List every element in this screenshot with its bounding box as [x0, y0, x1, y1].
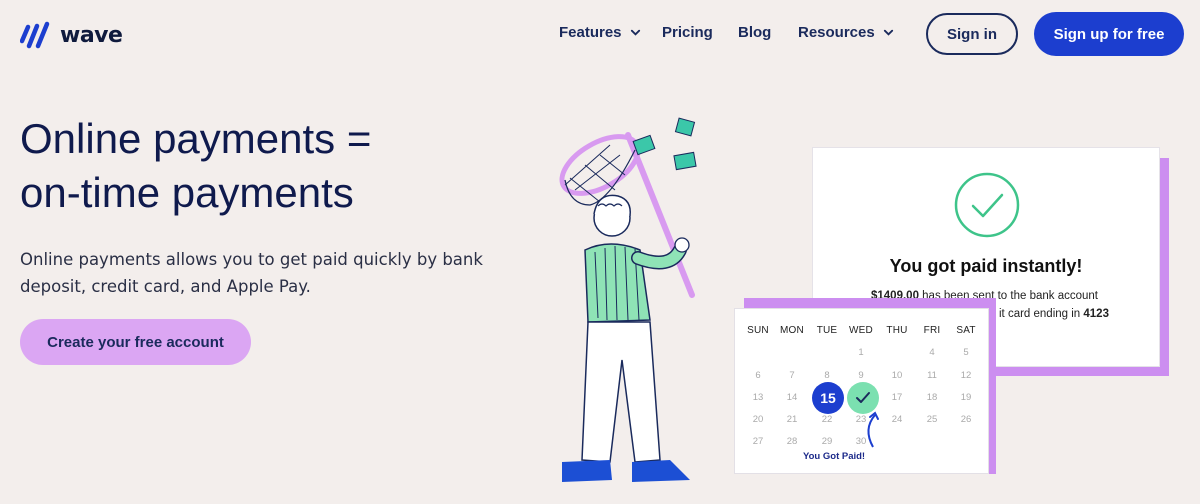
calendar-weekday: SUN [747, 325, 769, 336]
calendar-weekday: SAT [956, 325, 976, 336]
calendar-day[interactable]: 9 [844, 370, 878, 381]
chevron-down-icon [883, 29, 893, 36]
top-nav: wave Features Pricing Blog Resources Sig… [0, 0, 1200, 68]
calendar-weekday: TUE [816, 325, 838, 336]
calendar-day[interactable]: 20 [741, 414, 775, 425]
calendar-day[interactable]: 4 [915, 347, 949, 358]
hero-subtitle: Online payments allows you to get paid q… [20, 250, 483, 296]
calendar-weekday: FRI [923, 325, 941, 336]
hero-title-line2: on-time payments [20, 169, 354, 216]
calendar-day[interactable]: 17 [880, 392, 914, 403]
check-circle-icon [954, 172, 1020, 238]
calendar-weekday: MON [780, 325, 804, 336]
person-catching-money-illustration [559, 117, 697, 482]
calendar-weekday: WED [849, 325, 873, 336]
brand-name: wave [60, 22, 123, 48]
calendar-day[interactable]: 7 [775, 370, 809, 381]
card-last4: 4123 [1083, 308, 1109, 320]
calendar-day[interactable]: 13 [741, 392, 775, 403]
calendar-weekday: THU [886, 325, 908, 336]
calendar-selected-day[interactable]: 15 [812, 382, 844, 414]
nav-resources-label: Resources [798, 24, 875, 41]
calendar-day[interactable]: 22 [810, 414, 844, 425]
sign-in-button[interactable]: Sign in [926, 13, 1018, 55]
nav-blog[interactable]: Blog [738, 24, 771, 41]
hero-title: Online payments = on-time payments [20, 112, 490, 220]
calendar-day[interactable]: 10 [880, 370, 914, 381]
calendar-day[interactable]: 18 [915, 392, 949, 403]
payment-line-2: it card ending in 4123 [999, 308, 1109, 320]
calendar-widget: SUNMONTUEWEDTHUFRISAT1456789101112131415… [734, 308, 989, 474]
wave-logo-icon [20, 21, 50, 49]
calendar-day[interactable]: 19 [949, 392, 983, 403]
calendar-day[interactable]: 25 [915, 414, 949, 425]
paid-label: You Got Paid! [803, 451, 866, 462]
curved-arrow-icon [867, 411, 879, 448]
nav-features-label: Features [559, 24, 622, 41]
calendar-day[interactable]: 1 [844, 347, 878, 358]
create-account-button[interactable]: Create your free account [20, 319, 251, 365]
nav-resources[interactable]: Resources [798, 24, 894, 41]
calendar-day[interactable]: 11 [915, 370, 949, 381]
calendar-day[interactable]: 26 [949, 414, 983, 425]
calendar-day[interactable]: 12 [949, 370, 983, 381]
nav-pricing[interactable]: Pricing [662, 24, 713, 41]
calendar-day[interactable]: 14 [775, 392, 809, 403]
chevron-down-icon [630, 29, 640, 36]
calendar-day[interactable]: 29 [810, 436, 844, 447]
payment-line-2-prefix: it card ending in [999, 308, 1084, 320]
calendar-day[interactable]: 21 [775, 414, 809, 425]
nav-features[interactable]: Features [559, 24, 641, 41]
brand-logo[interactable]: wave [20, 19, 123, 51]
calendar-day[interactable]: 6 [741, 370, 775, 381]
payment-title: You got paid instantly! [889, 256, 1083, 276]
checkmark-icon [856, 392, 870, 403]
sign-up-button[interactable]: Sign up for free [1034, 12, 1184, 56]
calendar-day[interactable]: 28 [775, 436, 809, 447]
calendar-day[interactable]: 27 [741, 436, 775, 447]
calendar-day[interactable]: 5 [949, 347, 983, 358]
calendar-day[interactable]: 8 [810, 370, 844, 381]
hero-title-line1: Online payments = [20, 115, 372, 162]
